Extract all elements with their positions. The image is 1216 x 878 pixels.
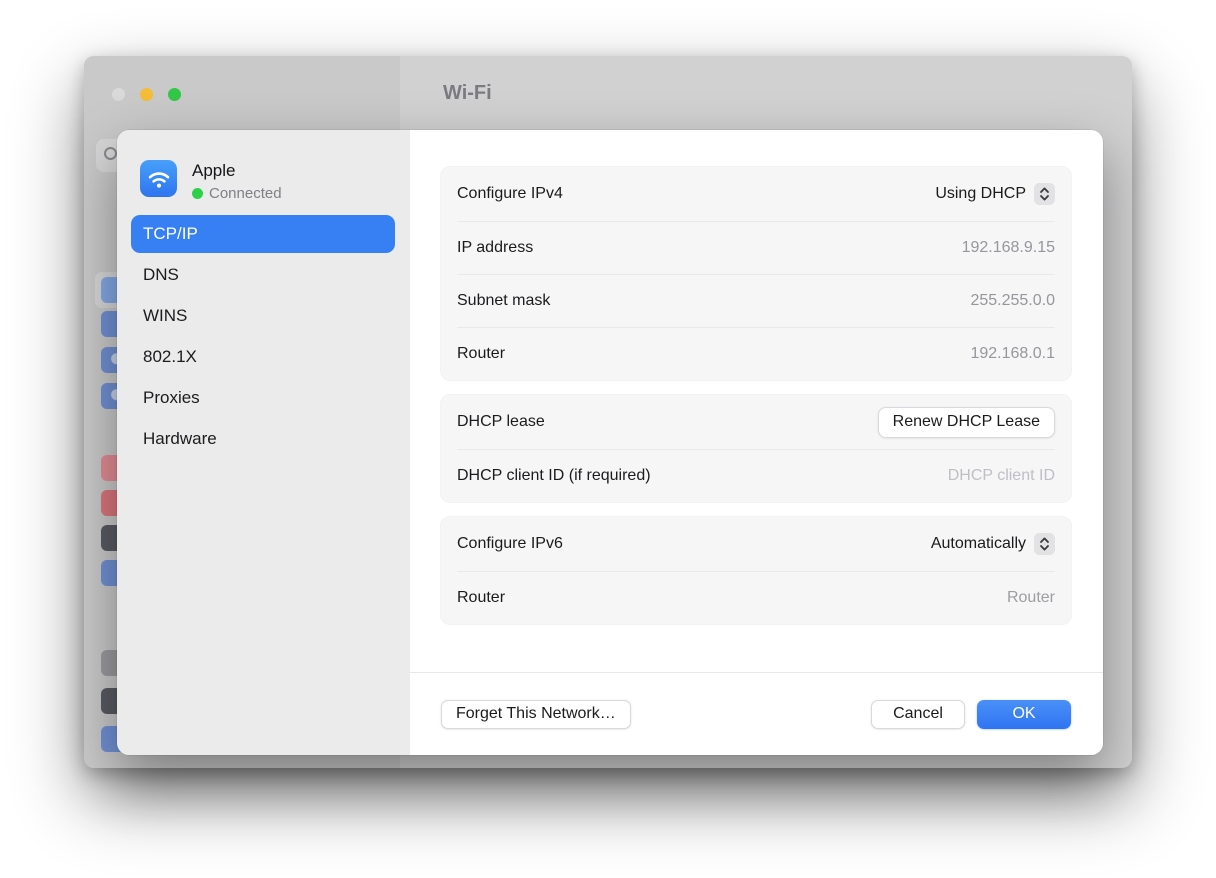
tab-proxies[interactable]: Proxies xyxy=(131,379,395,417)
router-ipv6-row: Router xyxy=(457,571,1055,624)
dhcp-group: DHCP lease Renew DHCP Lease DHCP client … xyxy=(441,395,1071,502)
sheet-footer: Forget This Network… Cancel OK xyxy=(410,672,1103,755)
ip-address-value: 192.168.9.15 xyxy=(961,239,1055,256)
close-button[interactable] xyxy=(112,88,125,101)
configure-ipv4-value: Using DHCP xyxy=(935,185,1026,202)
chevron-up-down-icon xyxy=(1034,533,1055,555)
sheet-nav: TCP/IP DNS WINS 802.1X Proxies Hardware xyxy=(131,215,395,461)
subnet-mask-label: Subnet mask xyxy=(457,292,551,309)
sheet-content: Configure IPv4 Using DHCP IP address 192… xyxy=(410,130,1103,755)
ipv6-group: Configure IPv6 Automatically Router xyxy=(441,517,1071,624)
configure-ipv6-value: Automatically xyxy=(930,535,1026,552)
dhcp-lease-label: DHCP lease xyxy=(457,413,545,430)
cancel-button[interactable]: Cancel xyxy=(871,699,965,729)
router-ipv4-value: 192.168.0.1 xyxy=(970,345,1055,362)
router-ipv6-input[interactable] xyxy=(835,589,1055,607)
ip-address-row: IP address 192.168.9.15 xyxy=(457,221,1055,274)
renew-dhcp-lease-button[interactable]: Renew DHCP Lease xyxy=(877,406,1055,438)
tab-8021x[interactable]: 802.1X xyxy=(131,338,395,376)
tab-dns[interactable]: DNS xyxy=(131,256,395,294)
router-ipv6-label: Router xyxy=(457,589,506,606)
forget-network-button[interactable]: Forget This Network… xyxy=(441,699,631,729)
configure-ipv4-popup[interactable]: Using DHCP xyxy=(935,183,1055,205)
tab-tcpip[interactable]: TCP/IP xyxy=(131,215,395,253)
wifi-network-icon xyxy=(140,160,177,197)
ipv4-group: Configure IPv4 Using DHCP IP address 192… xyxy=(441,167,1071,380)
tab-hardware[interactable]: Hardware xyxy=(131,420,395,458)
minimize-button[interactable] xyxy=(140,88,153,101)
ip-address-label: IP address xyxy=(457,239,534,256)
dhcp-client-id-input[interactable] xyxy=(835,467,1055,485)
subnet-mask-value: 255.255.0.0 xyxy=(970,292,1055,309)
zoom-button[interactable] xyxy=(168,88,181,101)
status-text: Connected xyxy=(209,185,282,202)
dhcp-client-id-label: DHCP client ID (if required) xyxy=(457,467,651,484)
configure-ipv4-label: Configure IPv4 xyxy=(457,185,563,202)
wifi-details-sheet: Apple Connected TCP/IP DNS WINS 802.1X P… xyxy=(117,130,1103,755)
chevron-up-down-icon xyxy=(1034,183,1055,205)
sheet-sidebar: Apple Connected TCP/IP DNS WINS 802.1X P… xyxy=(117,130,410,755)
wifi-waves-icon xyxy=(148,171,169,188)
network-status: Connected xyxy=(192,185,282,202)
configure-ipv6-row: Configure IPv6 Automatically xyxy=(441,517,1071,571)
configure-ipv4-row: Configure IPv4 Using DHCP xyxy=(441,167,1071,221)
subnet-mask-row: Subnet mask 255.255.0.0 xyxy=(457,274,1055,327)
search-icon xyxy=(104,147,117,160)
network-name: Apple xyxy=(192,161,236,180)
page-title: Wi-Fi xyxy=(443,82,492,104)
configure-ipv6-label: Configure IPv6 xyxy=(457,535,563,552)
configure-ipv6-popup[interactable]: Automatically xyxy=(931,533,1055,555)
router-ipv4-label: Router xyxy=(457,345,506,362)
router-ipv4-row: Router 192.168.0.1 xyxy=(457,327,1055,380)
connected-dot-icon xyxy=(192,188,203,199)
ok-button[interactable]: OK xyxy=(977,699,1071,729)
dhcp-lease-row: DHCP lease Renew DHCP Lease xyxy=(441,395,1071,449)
dhcp-client-id-row: DHCP client ID (if required) xyxy=(457,449,1055,502)
tab-wins[interactable]: WINS xyxy=(131,297,395,335)
